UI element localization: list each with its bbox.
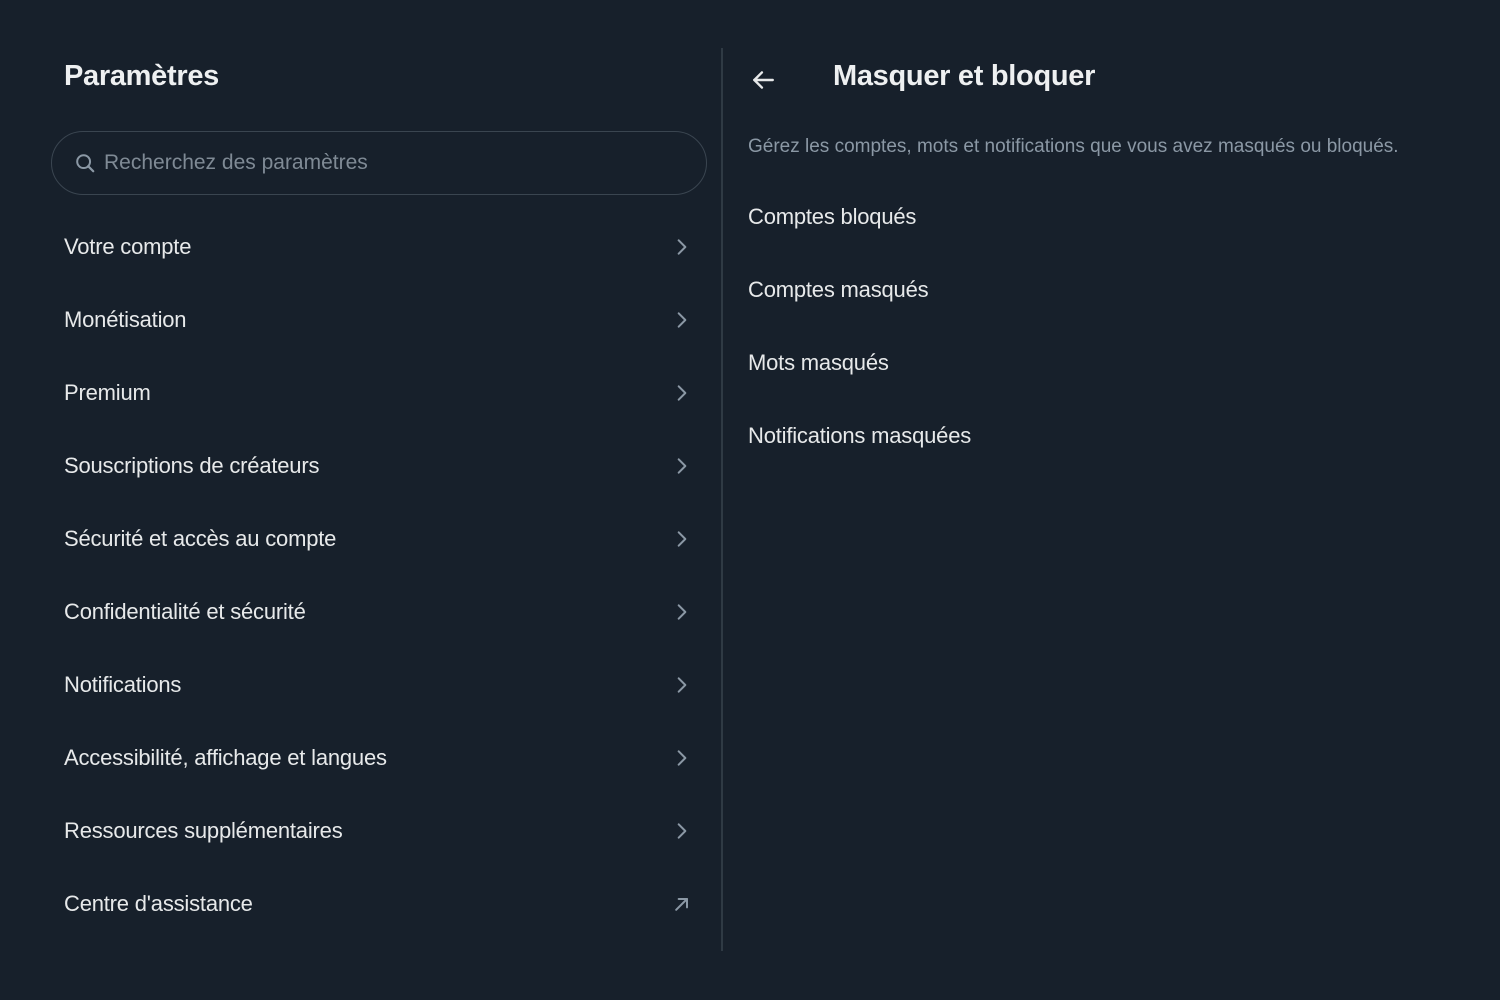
menu-item-confidentialite-securite[interactable]: Confidentialité et sécurité bbox=[50, 575, 710, 648]
menu-item-label: Centre d'assistance bbox=[64, 890, 253, 916]
menu-item-label: Monétisation bbox=[64, 306, 187, 332]
search-icon bbox=[76, 154, 95, 173]
settings-page: Paramètres Votre compte Monétisation Pre… bbox=[0, 0, 1500, 1000]
menu-item-label: Premium bbox=[64, 379, 151, 405]
chevron-right-icon bbox=[677, 749, 687, 766]
chevron-right-icon bbox=[677, 822, 687, 839]
menu-item-notifications[interactable]: Notifications bbox=[50, 648, 710, 721]
menu-item-ressources[interactable]: Ressources supplémentaires bbox=[50, 794, 710, 867]
external-link-arrow-icon bbox=[675, 897, 688, 911]
settings-menu: Votre compte Monétisation Premium Souscr… bbox=[50, 210, 710, 940]
menu-item-label: Ressources supplémentaires bbox=[64, 817, 343, 843]
mute-block-options: Comptes bloqués Comptes masqués Mots mas… bbox=[723, 180, 1483, 472]
menu-item-souscriptions-createurs[interactable]: Souscriptions de créateurs bbox=[50, 429, 710, 502]
menu-item-votre-compte[interactable]: Votre compte bbox=[50, 210, 710, 283]
menu-item-label: Votre compte bbox=[64, 233, 192, 259]
chevron-right-icon bbox=[677, 457, 687, 474]
chevron-right-icon bbox=[677, 311, 687, 328]
option-mots-masques[interactable]: Mots masqués bbox=[723, 326, 1483, 399]
chevron-right-icon bbox=[677, 676, 687, 693]
menu-item-label: Accessibilité, affichage et langues bbox=[64, 744, 387, 770]
chevron-right-icon bbox=[677, 530, 687, 547]
menu-item-label: Notifications bbox=[64, 671, 182, 697]
option-notifications-masquees[interactable]: Notifications masquées bbox=[723, 399, 1483, 472]
chevron-right-icon bbox=[677, 603, 687, 620]
option-comptes-masques[interactable]: Comptes masqués bbox=[723, 253, 1483, 326]
panel-description: Gérez les comptes, mots et notifications… bbox=[748, 136, 1399, 157]
menu-item-accessibilite[interactable]: Accessibilité, affichage et langues bbox=[50, 721, 710, 794]
menu-item-label: Sécurité et accès au compte bbox=[64, 525, 337, 551]
option-comptes-bloques[interactable]: Comptes bloqués bbox=[723, 180, 1483, 253]
menu-item-centre-assistance[interactable]: Centre d'assistance bbox=[50, 867, 710, 940]
chevron-right-icon bbox=[677, 238, 687, 255]
menu-item-securite-acces[interactable]: Sécurité et accès au compte bbox=[50, 502, 710, 575]
menu-item-premium[interactable]: Premium bbox=[50, 356, 710, 429]
menu-item-label: Confidentialité et sécurité bbox=[64, 598, 306, 624]
menu-item-monetisation[interactable]: Monétisation bbox=[50, 283, 710, 356]
settings-title: Paramètres bbox=[64, 60, 219, 92]
settings-search-input[interactable] bbox=[104, 151, 664, 175]
menu-item-label: Souscriptions de créateurs bbox=[64, 452, 320, 478]
settings-search-box[interactable] bbox=[51, 131, 707, 195]
back-button[interactable] bbox=[743, 62, 783, 98]
chevron-right-icon bbox=[677, 384, 687, 401]
panel-title: Masquer et bloquer bbox=[833, 60, 1096, 92]
arrow-left-icon bbox=[753, 71, 774, 89]
